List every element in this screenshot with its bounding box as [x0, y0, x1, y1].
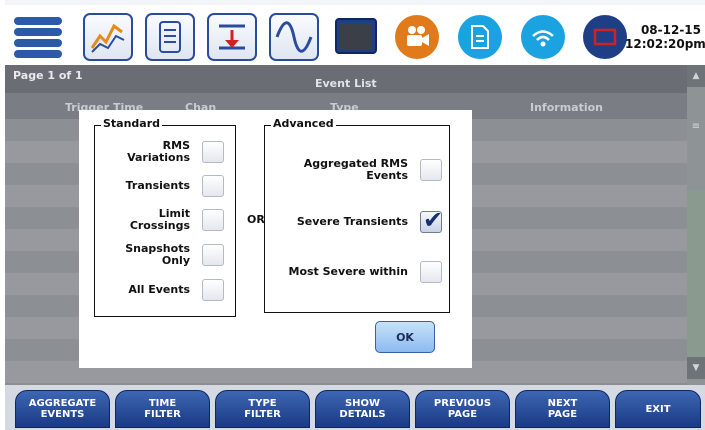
transients-checkbox[interactable] — [202, 175, 224, 197]
scroll-track — [687, 191, 705, 357]
option-label: Limit Crossings — [129, 207, 190, 232]
camera-icon[interactable] — [395, 15, 439, 59]
option-label: RMS Variations — [127, 139, 190, 164]
option-most-severe-within[interactable]: Most Severe within — [269, 260, 442, 284]
option-label: Transients — [125, 179, 190, 192]
exit-button[interactable]: EXIT — [615, 390, 701, 428]
button-label-line1: TIME — [148, 398, 177, 409]
button-label-line1: NEXT — [547, 398, 578, 409]
wifi-icon[interactable] — [521, 15, 565, 59]
limit-crossings-checkbox[interactable] — [202, 209, 224, 231]
time-readout: 12:02:20pm — [625, 37, 705, 51]
next-page-button[interactable]: NEXT PAGE — [515, 390, 610, 428]
button-label-line1: PREVIOUS — [433, 398, 492, 409]
all-events-checkbox[interactable] — [202, 279, 224, 301]
advanced-group-title: Advanced — [271, 117, 336, 130]
event-list-header: Page 1 of 1 Event List — [5, 65, 705, 93]
event-type-filter-dialog: Standard RMS Variations Transients Limit… — [79, 110, 472, 368]
option-snapshots-only[interactable]: Snapshots Only — [99, 242, 224, 268]
button-label: EXIT — [645, 403, 671, 415]
event-list-title: Event List — [315, 77, 377, 90]
date-readout: 08-12-15 — [640, 23, 701, 37]
option-label: All Events — [128, 283, 190, 296]
scroll-up-icon[interactable]: ▲ — [687, 65, 705, 87]
option-label: Aggregated RMS Events — [303, 157, 408, 182]
scroll-document-icon[interactable] — [145, 13, 195, 61]
time-filter-button[interactable]: TIME FILTER — [115, 390, 210, 428]
monitor-icon[interactable] — [331, 13, 381, 61]
aggregated-rms-events-checkbox[interactable] — [420, 159, 442, 181]
option-label-line2: Only — [161, 254, 190, 267]
option-label: Most Severe within — [288, 265, 409, 278]
scroll-thumb[interactable]: ≡ — [689, 121, 703, 143]
vertical-scrollbar[interactable]: ▲ ≡ ▼ — [687, 65, 705, 385]
document-icon[interactable] — [458, 15, 502, 59]
aggregate-events-button[interactable]: AGGREGATE EVENTS — [15, 390, 110, 428]
checkmark-icon: ✔ — [423, 206, 444, 234]
button-label-line2: PAGE — [547, 409, 578, 420]
button-label-line1: SHOW — [344, 398, 381, 409]
severe-transients-checkbox[interactable]: ✔ — [420, 206, 443, 234]
button-label-line1: AGGREGATE — [28, 398, 97, 409]
standard-group: Standard RMS Variations Transients Limit… — [94, 117, 236, 317]
snapshots-only-checkbox[interactable] — [202, 244, 224, 266]
button-label-line1: TYPE — [248, 398, 277, 409]
option-rms-variations[interactable]: RMS Variations — [99, 140, 224, 164]
button-label-line2: DETAILS — [339, 409, 386, 420]
button-label-line2: FILTER — [144, 409, 181, 420]
scroll-down-icon[interactable]: ▼ — [687, 357, 705, 379]
menu-icon[interactable] — [13, 13, 63, 61]
limit-filter-icon[interactable] — [207, 13, 257, 61]
screen-icon[interactable] — [583, 15, 627, 59]
app-frame: 08-12-15 12:02:20pm Page 1 of 1 Event Li… — [5, 0, 705, 430]
advanced-group: Advanced Aggregated RMS Events Severe Tr… — [264, 117, 450, 313]
top-toolbar: 08-12-15 12:02:20pm — [5, 5, 705, 65]
option-all-events[interactable]: All Events — [99, 278, 224, 302]
clock-display: 08-12-15 12:02:20pm — [625, 23, 705, 51]
or-separator: OR — [247, 213, 265, 226]
button-label-line2: PAGE — [447, 409, 478, 420]
standard-group-title: Standard — [101, 117, 163, 130]
show-details-button[interactable]: SHOW DETAILS — [315, 390, 410, 428]
option-label: Severe Transients — [296, 215, 408, 228]
button-label-line2: FILTER — [244, 409, 281, 420]
option-aggregated-rms-events[interactable]: Aggregated RMS Events — [269, 158, 442, 182]
bottom-button-bar: AGGREGATE EVENTS TIME FILTER TYPE FILTER SH… — [5, 385, 705, 430]
most-severe-within-checkbox[interactable] — [420, 261, 442, 283]
column-header-information[interactable]: Information — [530, 101, 603, 114]
option-limit-crossings[interactable]: Limit Crossings — [99, 208, 224, 232]
waveform-icon[interactable] — [269, 13, 319, 61]
option-transients[interactable]: Transients — [99, 174, 224, 198]
option-severe-transients[interactable]: Severe Transients ✔ — [269, 206, 443, 234]
rms-variations-checkbox[interactable] — [202, 141, 224, 163]
page-indicator: Page 1 of 1 — [13, 69, 83, 82]
ok-button[interactable]: OK — [375, 321, 435, 353]
trend-chart-icon[interactable] — [83, 13, 133, 61]
option-label: Snapshots Only — [125, 243, 190, 267]
type-filter-button[interactable]: TYPE FILTER — [215, 390, 310, 428]
previous-page-button[interactable]: PREVIOUS PAGE — [415, 390, 510, 428]
button-label-line2: EVENTS — [40, 409, 85, 420]
